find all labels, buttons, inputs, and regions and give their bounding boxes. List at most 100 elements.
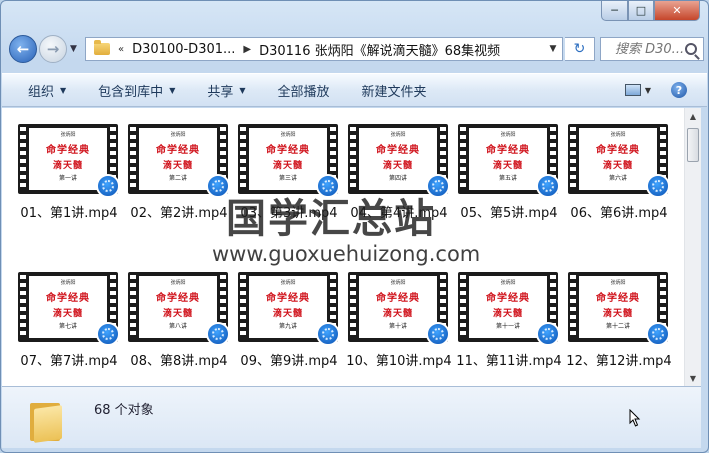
organize-menu[interactable]: 组织 ▼ [28, 81, 66, 100]
vertical-scrollbar[interactable]: ▲ ▼ [684, 108, 701, 386]
file-name: 05、第5讲.mp4 [460, 206, 558, 221]
thumbnail-title: 命学经典 [596, 293, 640, 304]
play-all-label: 全部播放 [277, 84, 330, 100]
minimize-button[interactable]: ─ [601, 1, 628, 21]
thumbnail-lecture: 第二讲 [168, 175, 187, 182]
media-player-icon [96, 322, 120, 346]
thumbnail-frame: 张炳阳 命学经典 滴天髓 第五讲 [469, 128, 547, 190]
thumbnail-author: 张炳阳 [610, 132, 626, 138]
file-item[interactable]: 张炳阳 命学经典 滴天髓 第一讲 01、第1讲.mp4 [14, 122, 124, 250]
caption-buttons: ─ □ ✕ [601, 1, 700, 21]
thumbnail-lecture: 第一讲 [58, 175, 77, 182]
refresh-icon: ↻ [573, 41, 586, 57]
organize-label: 组织 [28, 84, 55, 100]
address-bar[interactable]: « D30100-D301... ▶ D30116 张炳阳《解说滴天髓》68集视… [85, 37, 563, 61]
thumbnail-title: 命学经典 [46, 293, 90, 304]
thumbnail-subtitle: 滴天髓 [382, 161, 413, 171]
share-label: 共享 [207, 84, 234, 100]
file-item[interactable]: 张炳阳 命学经典 滴天髓 第五讲 05、第5讲.mp4 [454, 122, 564, 250]
details-pane: 68 个对象 [2, 386, 701, 448]
history-dropdown-icon[interactable]: ▼ [70, 44, 77, 54]
thumbnail-author: 张炳阳 [280, 132, 296, 138]
file-item[interactable]: 张炳阳 命学经典 滴天髓 第二讲 02、第2讲.mp4 [124, 122, 234, 250]
address-dropdown-icon[interactable]: ▼ [544, 38, 562, 60]
thumbnail-lecture: 第六讲 [608, 175, 627, 182]
thumbnail-subtitle: 滴天髓 [602, 309, 633, 319]
thumbnail-subtitle: 滴天髓 [272, 161, 303, 171]
media-player-icon [646, 322, 670, 346]
file-name: 12、第12讲.mp4 [566, 354, 672, 369]
thumbnail-author: 张炳阳 [60, 132, 76, 138]
breadcrumb-item[interactable]: D30100-D301... [132, 42, 235, 57]
file-item[interactable]: 张炳阳 命学经典 滴天髓 第八讲 08、第8讲.mp4 [124, 270, 234, 386]
thumbnail-subtitle: 滴天髓 [602, 161, 633, 171]
change-view-icon[interactable] [624, 84, 641, 96]
scroll-thumb[interactable] [687, 128, 699, 162]
include-in-library-menu[interactable]: 包含到库中 ▼ [98, 81, 175, 100]
breadcrumb-separator-icon[interactable]: ▶ [243, 44, 251, 55]
file-name: 06、第6讲.mp4 [570, 206, 668, 221]
watermark-title: 国学汇总站 [226, 196, 436, 242]
search-box[interactable] [600, 37, 704, 61]
explorer-window: ─ □ ✕ ← → ▼ « D30100-D301... ▶ D30116 张炳… [0, 0, 709, 453]
thumbnail-frame: 张炳阳 命学经典 滴天髓 第十二讲 [579, 276, 657, 338]
thumbnail-title: 命学经典 [266, 293, 310, 304]
thumbnail-title: 命学经典 [266, 145, 310, 156]
file-item[interactable]: 张炳阳 命学经典 滴天髓 第七讲 07、第7讲.mp4 [14, 270, 124, 386]
file-item[interactable]: 张炳阳 命学经典 滴天髓 第十讲 10、第10讲.mp4 [344, 270, 454, 386]
watermark-url: www.guoxuehuizong.com [212, 242, 481, 266]
media-player-icon [96, 174, 120, 198]
media-player-icon [206, 322, 230, 346]
thumbnail-title: 命学经典 [596, 145, 640, 156]
back-button[interactable]: ← [9, 35, 37, 63]
view-options-dropdown-icon[interactable]: ▼ [645, 86, 651, 95]
chevron-down-icon: ▼ [239, 85, 246, 95]
breadcrumb-item[interactable]: D30116 张炳阳《解说滴天髓》68集视频 [259, 40, 500, 59]
search-input[interactable] [615, 41, 685, 57]
help-icon[interactable]: ? [671, 82, 687, 98]
item-count: 68 个对象 [94, 403, 154, 418]
file-item[interactable]: 张炳阳命学经典滴天髓第六讲 06、第6讲.mp4 [564, 122, 674, 250]
refresh-button[interactable]: ↻ [565, 37, 595, 61]
play-all-button[interactable]: 全部播放 [278, 81, 330, 100]
thumbnail-lecture: 第七讲 [58, 323, 77, 330]
navigation-bar: ← → ▼ « D30100-D301... ▶ D30116 张炳阳《解说滴天… [7, 33, 704, 65]
breadcrumb-overflow-icon[interactable]: « [118, 44, 124, 55]
new-folder-button[interactable]: 新建文件夹 [362, 81, 427, 100]
search-icon[interactable] [685, 43, 697, 55]
file-name: 11、第11讲.mp4 [456, 354, 562, 369]
thumbnail-title: 命学经典 [156, 145, 200, 156]
thumbnail-frame: 张炳阳 命学经典 滴天髓 第二讲 [139, 128, 217, 190]
minimize-icon: ─ [611, 4, 618, 17]
close-button[interactable]: ✕ [654, 1, 700, 21]
thumbnail-lecture: 第十二讲 [605, 323, 630, 330]
thumbnail-subtitle: 滴天髓 [162, 309, 193, 319]
forward-button[interactable]: → [39, 35, 67, 63]
file-name: 09、第9讲.mp4 [240, 354, 338, 369]
thumbnail-lecture: 第三讲 [278, 175, 297, 182]
thumbnail-title: 命学经典 [46, 145, 90, 156]
thumbnail-author: 张炳阳 [60, 280, 76, 286]
forward-arrow-icon: → [46, 40, 60, 58]
scroll-down-icon[interactable]: ▼ [685, 370, 701, 386]
thumbnail-lecture: 第五讲 [498, 175, 517, 182]
thumbnail-lecture: 第十一讲 [495, 323, 520, 330]
file-name: 08、第8讲.mp4 [130, 354, 228, 369]
file-name: 01、第1讲.mp4 [20, 206, 118, 221]
file-item[interactable]: 张炳阳 命学经典 滴天髓 第九讲 09、第9讲.mp4 [234, 270, 344, 386]
file-list-pane[interactable]: 张炳阳 命学经典 滴天髓 第一讲 01、第1讲.mp4 张炳阳 命学经典 滴天髓 第二讲 02、第… [2, 108, 684, 386]
thumbnail-frame: 张炳阳 命学经典 滴天髓 第八讲 [139, 276, 217, 338]
thumbnail-title: 命学经典 [486, 145, 530, 156]
maximize-button[interactable]: □ [628, 1, 654, 21]
thumbnail-author: 张炳阳 [170, 132, 186, 138]
file-item[interactable]: 张炳阳 命学经典 滴天髓 第十二讲 12、第12讲.mp4 [564, 270, 674, 386]
file-item[interactable]: 张炳阳 命学经典 滴天髓 第十一讲 11、第11讲.mp4 [454, 270, 564, 386]
chevron-down-icon: ▼ [169, 85, 176, 95]
thumbnail-lecture: 第四讲 [388, 175, 407, 182]
thumbnail-frame: 张炳阳 命学经典 滴天髓 第七讲 [29, 276, 107, 338]
share-menu[interactable]: 共享 ▼ [207, 81, 245, 100]
thumbnail-subtitle: 滴天髓 [492, 161, 523, 171]
back-arrow-icon: ← [16, 40, 30, 58]
file-name: 02、第2讲.mp4 [130, 206, 228, 221]
scroll-up-icon[interactable]: ▲ [685, 108, 701, 124]
